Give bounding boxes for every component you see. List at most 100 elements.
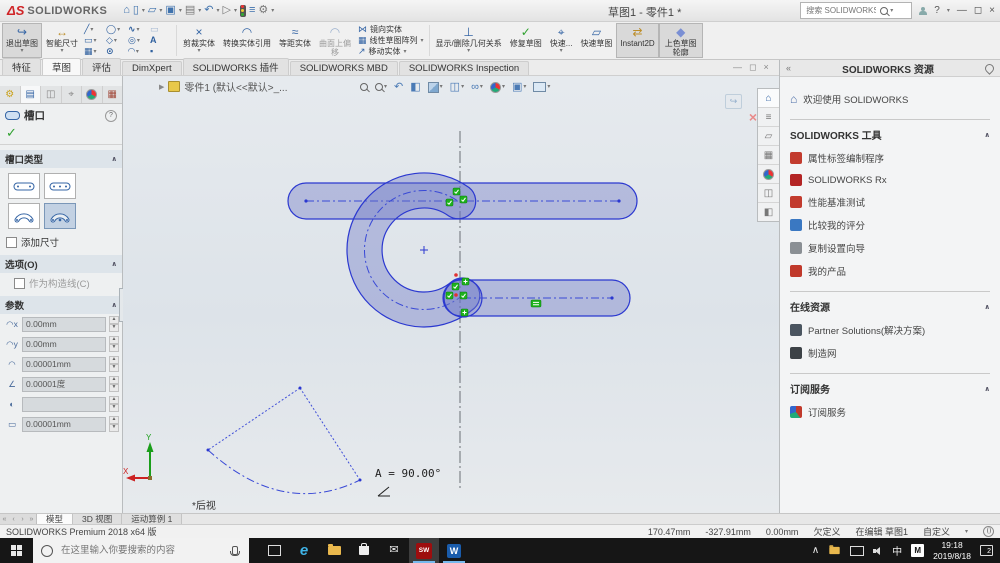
search-caret-icon[interactable]: ▾ bbox=[890, 8, 893, 14]
cancel-sketch-icon[interactable]: × bbox=[749, 110, 757, 124]
rectangle-tool[interactable]: ▭ ▾ bbox=[84, 36, 106, 45]
slot-tool[interactable]: ◎ ▾ bbox=[128, 36, 150, 45]
undo-icon[interactable]: ↶ bbox=[204, 5, 213, 16]
print-caret-icon[interactable]: ▾ bbox=[198, 8, 201, 14]
online-resources-collapse-icon[interactable]: ∧ bbox=[984, 303, 990, 311]
tab-features[interactable]: 特征 bbox=[2, 58, 42, 75]
apply-scene-icon[interactable]: ▣ ▾ bbox=[512, 81, 526, 93]
taskbar-search[interactable] bbox=[33, 538, 249, 563]
sketch-canvas[interactable]: A = 90.00° Y X bbox=[123, 76, 779, 513]
hide-show-items-icon[interactable]: ∞ ▾ bbox=[471, 81, 483, 93]
mirror-entities-button[interactable]: ⋈ 镜向实体 bbox=[358, 25, 424, 34]
edit-appearance-icon[interactable]: ▾ bbox=[489, 81, 505, 93]
open-file-icon[interactable]: ▱ bbox=[148, 5, 156, 16]
offset-on-surface-button[interactable]: ◠ 曲面上偏移 bbox=[315, 23, 355, 58]
width-input[interactable]: 0.00001mm bbox=[22, 416, 106, 432]
tab-sketch[interactable]: 草图 bbox=[42, 58, 82, 75]
custom-label[interactable]: 自定义 bbox=[923, 525, 950, 538]
arc-center-point[interactable] bbox=[420, 246, 428, 254]
tools-collapse-icon[interactable]: ∧ bbox=[984, 131, 990, 139]
manufacturing-network-link[interactable]: 制造网 bbox=[790, 346, 990, 360]
move-entities-button[interactable]: ↗ 移动实体 ▾ bbox=[358, 47, 424, 56]
new-file-icon[interactable]: ▯ bbox=[133, 5, 139, 16]
arc-slot-button[interactable] bbox=[8, 203, 40, 229]
exit-sketch-caret-icon[interactable]: ▾ bbox=[20, 48, 23, 54]
options-section-header[interactable]: 选项(O) ∧ bbox=[0, 255, 122, 273]
custom-properties-tab[interactable]: ◫ bbox=[758, 184, 779, 203]
task-view-button[interactable] bbox=[259, 538, 289, 563]
graphics-area[interactable]: A = 90.00° Y X ▶ 零件1 (默认<<默认>_... ▾ ↶ ◧ bbox=[123, 76, 779, 513]
spline-tool[interactable]: ∿ ▾ bbox=[128, 25, 150, 34]
arc-param-spinner[interactable]: ▲ ▼ bbox=[109, 396, 119, 412]
help-icon[interactable]: ? bbox=[934, 5, 940, 16]
straight-slot-button[interactable] bbox=[8, 173, 40, 199]
model-tab[interactable]: 模型 bbox=[37, 514, 74, 524]
forum-tab[interactable]: ◧ bbox=[758, 203, 779, 221]
appearances-tab[interactable] bbox=[758, 165, 779, 184]
parameters-section-header[interactable]: 参数 ∧ bbox=[0, 296, 122, 314]
add-dimension-checkbox[interactable] bbox=[6, 236, 17, 248]
help-caret-icon[interactable]: ▾ bbox=[947, 8, 950, 14]
tray-expand-icon[interactable]: ∧ bbox=[812, 545, 819, 556]
quick-snaps-button[interactable]: ⌖ 快速... ▾ bbox=[546, 23, 577, 58]
options-collapse-icon[interactable]: ∧ bbox=[111, 260, 117, 268]
file-explorer-button[interactable] bbox=[319, 538, 349, 563]
ellipse-tool[interactable]: ▭ bbox=[150, 25, 172, 34]
line-tool[interactable]: ╱ ▾ bbox=[84, 25, 106, 34]
tray-folder-icon[interactable] bbox=[829, 545, 840, 555]
center-x-spinner[interactable]: ▲ ▼ bbox=[109, 316, 119, 332]
configurationmanager-tab[interactable]: ◫ bbox=[41, 86, 62, 103]
slot-caret-icon[interactable]: ▾ bbox=[137, 38, 140, 44]
arc-tool[interactable]: ◠ ▾ bbox=[128, 47, 150, 56]
doc-close-button[interactable]: × bbox=[763, 62, 768, 73]
rectangle-caret-icon[interactable]: ▾ bbox=[94, 38, 97, 44]
sector-preview[interactable] bbox=[206, 386, 362, 495]
help-search-input[interactable] bbox=[804, 5, 879, 16]
tab-inspection[interactable]: SOLIDWORKS Inspection bbox=[398, 61, 530, 75]
displaymanager-tab[interactable] bbox=[82, 86, 103, 103]
tools-section-header[interactable]: SOLIDWORKS 工具 ∧ bbox=[790, 119, 990, 142]
feature-tree-root[interactable]: 零件1 (默认<<默认>_... bbox=[184, 79, 287, 94]
rebuild-icon[interactable] bbox=[239, 4, 246, 17]
close-button[interactable]: × bbox=[989, 5, 995, 16]
open-caret-icon[interactable]: ▾ bbox=[159, 8, 162, 14]
propertymanager-tab[interactable]: ▤ bbox=[20, 86, 41, 103]
radius-input[interactable]: 0.00001mm bbox=[22, 356, 106, 372]
offset-entities-button[interactable]: ≈ 等距实体 bbox=[275, 23, 315, 58]
my-products-link[interactable]: 我的产品 bbox=[790, 264, 990, 278]
circle-caret-icon[interactable]: ▾ bbox=[117, 27, 120, 33]
linear-pattern-caret-icon[interactable]: ▾ bbox=[421, 38, 424, 44]
view-settings-icon[interactable]: ▾ bbox=[533, 82, 550, 92]
edge-button[interactable]: e bbox=[289, 538, 319, 563]
relations-caret-icon[interactable]: ▾ bbox=[467, 48, 470, 54]
display-relations-button[interactable]: ⊥ 显示/删除几何关系 ▾ bbox=[432, 23, 506, 58]
red-point[interactable] bbox=[454, 273, 458, 277]
polygon-tool[interactable]: ◇ ▾ bbox=[106, 36, 128, 45]
text-tool[interactable]: A bbox=[150, 36, 172, 45]
circle-tool[interactable]: ◯ ▾ bbox=[106, 25, 128, 34]
instant2d-button[interactable]: ⇄ Instant2D bbox=[616, 23, 659, 58]
tab-addins[interactable]: SOLIDWORKS 插件 bbox=[182, 58, 289, 75]
tab-mbd[interactable]: SOLIDWORKS MBD bbox=[289, 61, 398, 75]
new-caret-icon[interactable]: ▾ bbox=[142, 8, 145, 14]
print-icon[interactable]: ▤ bbox=[185, 5, 195, 16]
solidworks-rx-link[interactable]: SOLIDWORKS Rx bbox=[790, 174, 990, 186]
notification-center-icon[interactable]: 2 bbox=[980, 545, 993, 556]
options-caret-icon[interactable]: ▾ bbox=[271, 8, 274, 14]
save-caret-icon[interactable]: ▾ bbox=[179, 8, 182, 14]
motion-study-tab[interactable]: 运动算例 1 bbox=[122, 514, 183, 524]
file-properties-icon[interactable]: ≡ bbox=[249, 5, 255, 16]
welcome-link[interactable]: ⌂ 欢迎使用 SOLIDWORKS bbox=[790, 92, 990, 106]
partner-solutions-link[interactable]: Partner Solutions(解决方案) bbox=[790, 323, 990, 337]
section-view-icon[interactable]: ◧ bbox=[410, 81, 420, 93]
file-explorer-tab[interactable]: ▱ bbox=[758, 127, 779, 146]
quick-snaps-caret-icon[interactable]: ▾ bbox=[560, 48, 563, 54]
line-caret-icon[interactable]: ▾ bbox=[90, 27, 93, 33]
spline-caret-icon[interactable]: ▾ bbox=[137, 27, 140, 33]
next-sheet-button[interactable]: › bbox=[18, 514, 27, 524]
construction-tool[interactable]: ▪ bbox=[150, 47, 172, 56]
cam-tab[interactable]: ▦ bbox=[103, 86, 123, 103]
compare-score-link[interactable]: 比较我的评分 bbox=[790, 218, 990, 232]
performance-benchmark-link[interactable]: 性能基准测试 bbox=[790, 195, 990, 209]
property-tab-builder-link[interactable]: 属性标签编制程序 bbox=[790, 151, 990, 165]
